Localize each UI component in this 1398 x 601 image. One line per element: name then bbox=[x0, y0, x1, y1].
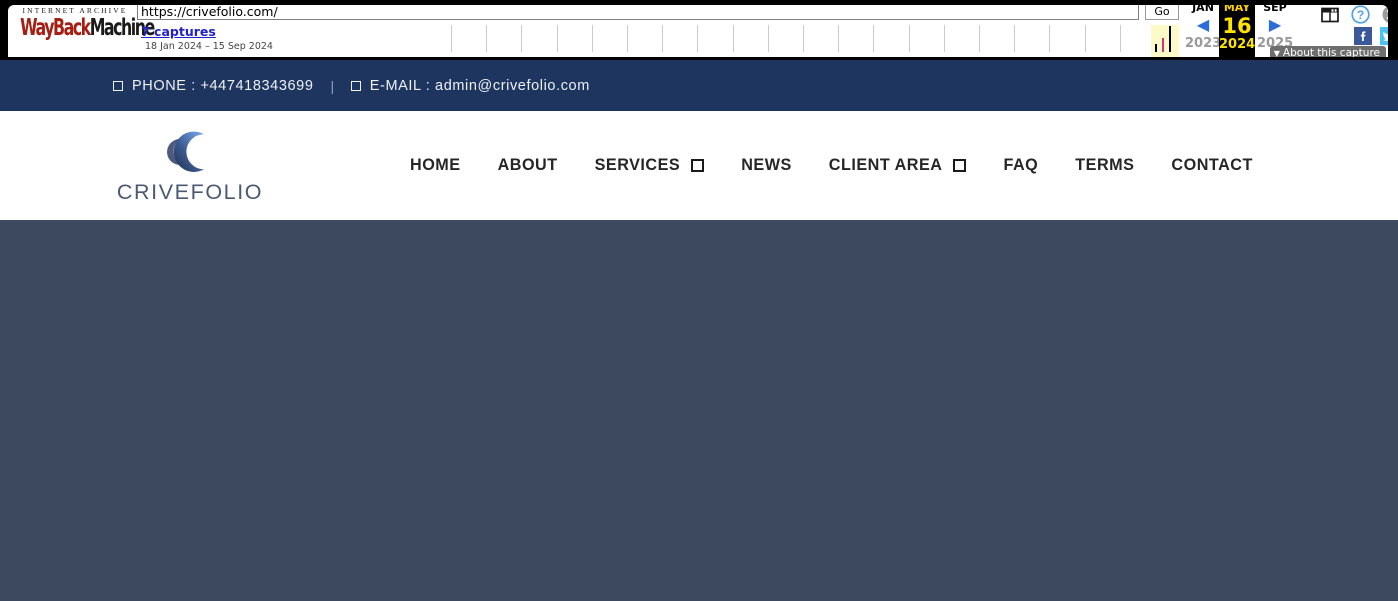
timeline-tick bbox=[909, 25, 910, 52]
timeline-tick bbox=[979, 25, 980, 52]
prev-month-label: JAN bbox=[1185, 5, 1221, 15]
timeline-prev-year[interactable]: JAN ◀ 2023 bbox=[1185, 5, 1221, 57]
capture-timeline[interactable] bbox=[451, 25, 1156, 57]
brand-logo-link[interactable]: CRIVEFOLIO bbox=[118, 127, 262, 205]
wayback-machine-toolbar: INTERNET ARCHIVE WayBackMachine Go 7 cap… bbox=[0, 0, 1398, 60]
screenshot-icon[interactable] bbox=[1321, 7, 1339, 23]
brand-wordmark: CRIVEFOLIO bbox=[117, 180, 263, 205]
prev-year-label: 2023 bbox=[1185, 37, 1221, 51]
toolbar-icon-row-social bbox=[1354, 27, 1388, 45]
timeline-tick bbox=[451, 25, 452, 52]
close-icon[interactable] bbox=[1382, 5, 1388, 24]
sparkline-bar bbox=[1162, 38, 1164, 52]
timeline-tick bbox=[944, 25, 945, 52]
nav-item-about[interactable]: ABOUT bbox=[498, 156, 558, 175]
sparkline-bar bbox=[1169, 26, 1171, 52]
wayback-toolbar-panel: INTERNET ARCHIVE WayBackMachine Go 7 cap… bbox=[8, 5, 1388, 57]
timeline-tick bbox=[803, 25, 804, 52]
top-contact-bar: PHONE : +447418343699 | E-MAIL : admin@c… bbox=[0, 60, 1398, 111]
contact-phone[interactable]: PHONE : +447418343699 bbox=[113, 78, 314, 94]
nav-item-contact[interactable]: CONTACT bbox=[1171, 156, 1252, 175]
sparkline-bar bbox=[1155, 44, 1157, 52]
envelope-icon bbox=[351, 81, 361, 91]
wayback-logo[interactable]: INTERNET ARCHIVE WayBackMachine bbox=[16, 5, 134, 51]
timeline-tick bbox=[873, 25, 874, 52]
timeline-tick bbox=[838, 25, 839, 52]
internet-archive-label: INTERNET ARCHIVE bbox=[16, 5, 134, 15]
chevron-down-icon: ▼ bbox=[1274, 49, 1280, 57]
twitter-icon[interactable] bbox=[1380, 27, 1388, 45]
toolbar-icon-row-top: ? bbox=[1321, 5, 1388, 24]
nav-item-label: CLIENT AREA bbox=[829, 156, 943, 175]
nav-item-services[interactable]: SERVICES bbox=[595, 156, 705, 175]
wayback-machine-wordmark: WayBackMachine bbox=[20, 16, 130, 42]
help-icon[interactable]: ? bbox=[1351, 5, 1370, 24]
timeline-tick bbox=[557, 25, 558, 52]
wordmark-wayback: WayBack bbox=[20, 15, 90, 42]
site-header: CRIVEFOLIO HOME ABOUT SERVICES NEWS CLIENT A… bbox=[0, 111, 1398, 220]
go-button[interactable]: Go bbox=[1145, 5, 1179, 20]
nav-item-faq[interactable]: FAQ bbox=[1003, 156, 1038, 175]
capture-sparkline[interactable] bbox=[1151, 25, 1179, 57]
nav-item-label: TERMS bbox=[1075, 156, 1134, 175]
phone-icon bbox=[113, 81, 123, 91]
nav-item-client-area[interactable]: CLIENT AREA bbox=[829, 156, 967, 175]
prev-arrow-icon[interactable]: ◀ bbox=[1185, 15, 1221, 37]
nav-item-home[interactable]: HOME bbox=[410, 156, 461, 175]
contact-info-group: PHONE : +447418343699 | E-MAIL : admin@c… bbox=[113, 78, 590, 94]
url-bar-container bbox=[137, 5, 1139, 20]
timeline-tick bbox=[1120, 25, 1121, 52]
timeline-tick bbox=[697, 25, 698, 52]
current-day-label: 16 bbox=[1219, 15, 1255, 38]
nav-item-news[interactable]: NEWS bbox=[741, 156, 792, 175]
capture-date-range: 18 Jan 2024 – 15 Sep 2024 bbox=[145, 41, 273, 52]
contact-separator: | bbox=[331, 78, 335, 94]
crescent-c-logo-icon bbox=[160, 127, 220, 177]
page-body-area bbox=[0, 220, 1398, 601]
nav-item-label: CONTACT bbox=[1171, 156, 1252, 175]
svg-text:?: ? bbox=[1357, 8, 1364, 22]
about-this-capture-button[interactable]: ▼About this capture bbox=[1270, 46, 1386, 57]
nav-item-label: SERVICES bbox=[595, 156, 681, 175]
about-this-capture-label: About this capture bbox=[1283, 47, 1380, 57]
timeline-tick bbox=[1085, 25, 1086, 52]
nav-item-label: ABOUT bbox=[498, 156, 558, 175]
timeline-tick bbox=[486, 25, 487, 52]
timeline-tick bbox=[1014, 25, 1015, 52]
timeline-tick bbox=[521, 25, 522, 52]
next-arrow-icon[interactable]: ▶ bbox=[1257, 15, 1293, 37]
nav-item-terms[interactable]: TERMS bbox=[1075, 156, 1134, 175]
url-input[interactable] bbox=[137, 5, 1139, 20]
captures-count-link[interactable]: 7 captures bbox=[141, 24, 216, 39]
nav-item-label: FAQ bbox=[1003, 156, 1038, 175]
main-navigation: HOME ABOUT SERVICES NEWS CLIENT AREA FAQ TERMS… bbox=[410, 156, 1253, 175]
nav-item-label: HOME bbox=[410, 156, 461, 175]
facebook-icon[interactable] bbox=[1354, 27, 1372, 45]
current-year-label: 2024 bbox=[1219, 38, 1255, 52]
timeline-tick bbox=[733, 25, 734, 52]
nav-item-label: NEWS bbox=[741, 156, 792, 175]
next-month-label: SEP bbox=[1257, 5, 1293, 15]
timeline-tick bbox=[768, 25, 769, 52]
contact-email[interactable]: E-MAIL : admin@crivefolio.com bbox=[351, 78, 590, 94]
contact-phone-label: PHONE : +447418343699 bbox=[132, 78, 314, 94]
chevron-down-icon bbox=[953, 159, 966, 172]
chevron-down-icon bbox=[691, 159, 704, 172]
timeline-tick bbox=[592, 25, 593, 52]
timeline-tick bbox=[1049, 25, 1050, 52]
timeline-current-capture[interactable]: MAY 16 2024 bbox=[1219, 5, 1255, 57]
timeline-tick bbox=[662, 25, 663, 52]
timeline-tick bbox=[627, 25, 628, 52]
contact-email-label: E-MAIL : admin@crivefolio.com bbox=[370, 78, 590, 94]
